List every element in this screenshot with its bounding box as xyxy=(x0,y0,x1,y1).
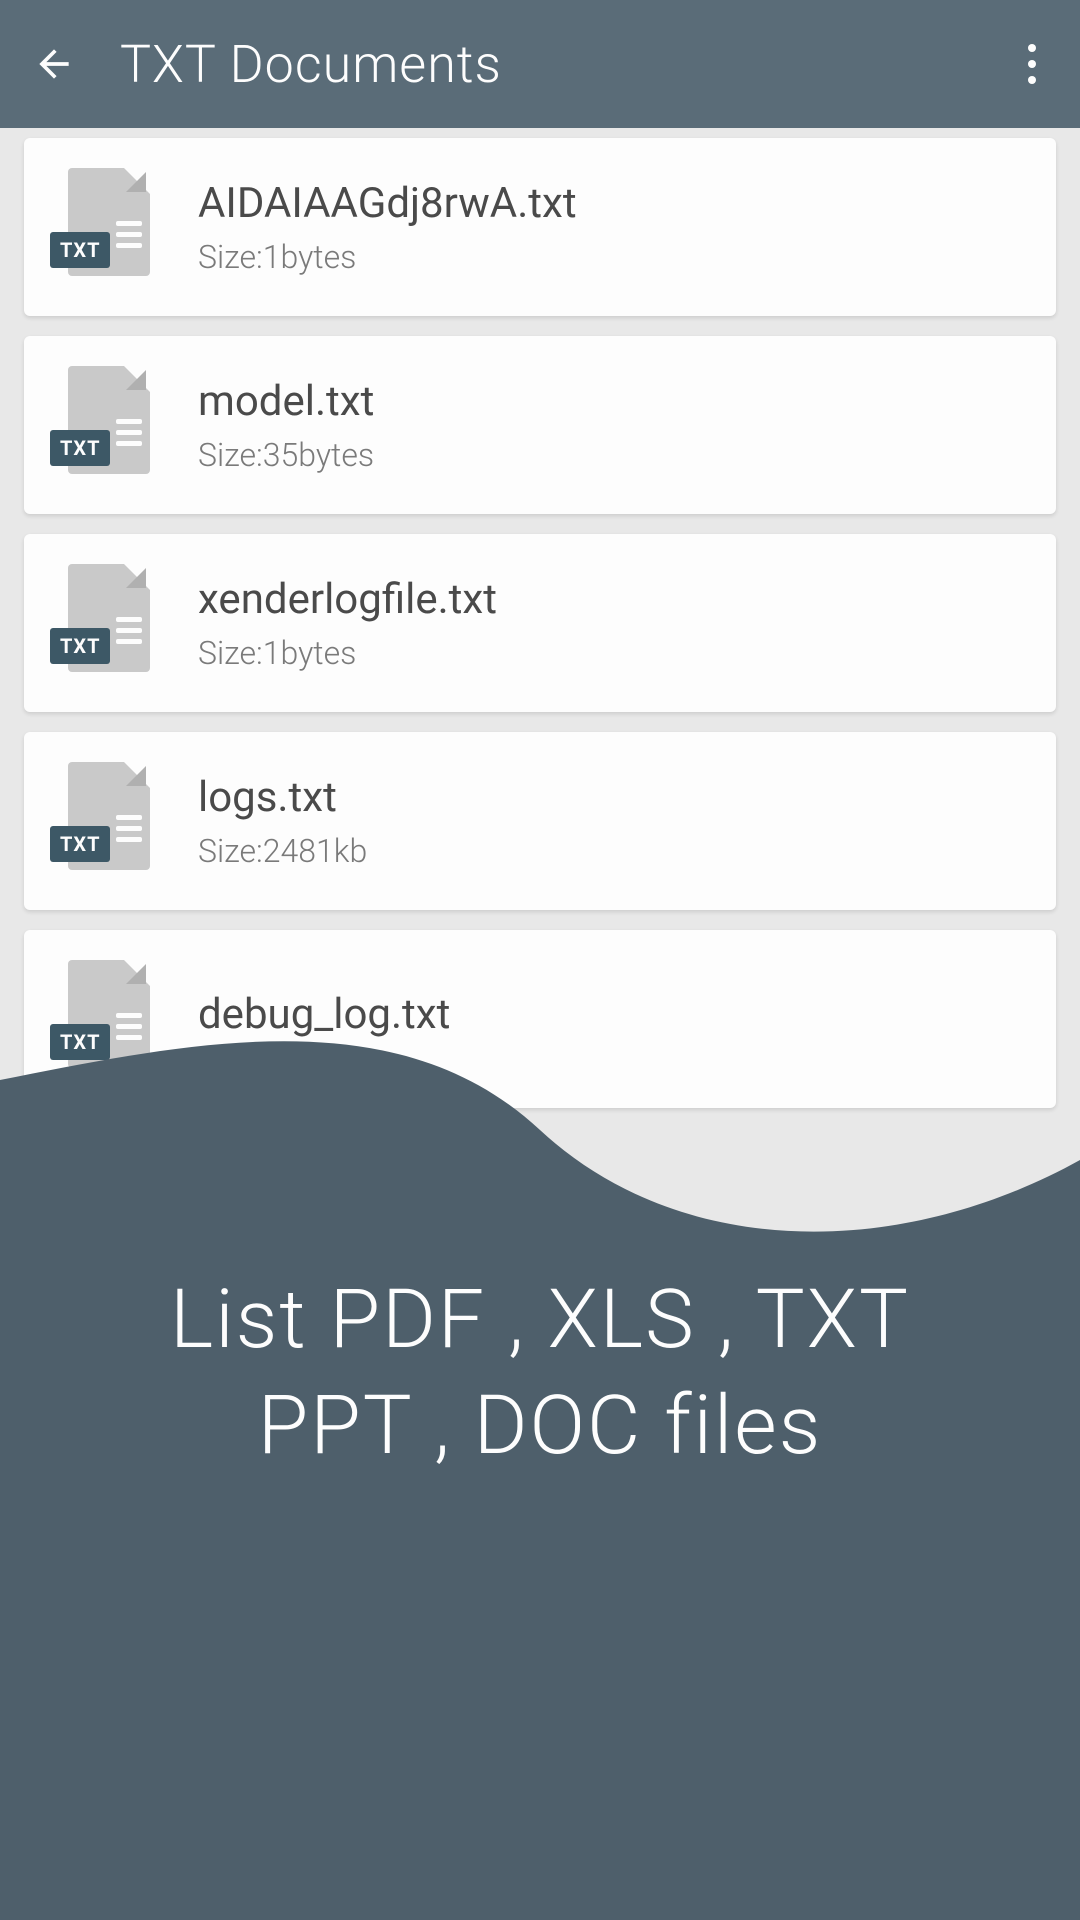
txt-file-icon: TXT xyxy=(50,762,150,880)
file-item[interactable]: TXT debug_log.txt xyxy=(24,930,1056,1108)
file-item[interactable]: TXT model.txt Size:35bytes xyxy=(24,336,1056,514)
txt-file-icon: TXT xyxy=(50,960,150,1078)
file-name: logs.txt xyxy=(198,773,367,822)
back-button[interactable] xyxy=(28,38,80,90)
dot-icon xyxy=(1028,76,1036,84)
file-item[interactable]: TXT xenderlogfile.txt Size:1bytes xyxy=(24,534,1056,712)
promo-tagline: List PDF , XLS , TXT PPT , DOC files xyxy=(0,1267,1080,1480)
txt-file-icon: TXT xyxy=(50,168,150,286)
file-size: Size:2481kb xyxy=(198,832,367,870)
file-name: xenderlogfile.txt xyxy=(198,575,497,624)
file-list: TXT AIDAIAAGdj8rwA.txt Size:1bytes TXT m… xyxy=(0,128,1080,1108)
txt-file-icon: TXT xyxy=(50,366,150,484)
dot-icon xyxy=(1028,44,1036,52)
file-size: Size:1bytes xyxy=(198,634,497,672)
file-name: model.txt xyxy=(198,377,374,426)
file-size: Size:35bytes xyxy=(198,436,374,474)
page-title: TXT Documents xyxy=(120,34,502,95)
back-arrow-icon xyxy=(32,42,76,86)
dot-icon xyxy=(1028,60,1036,68)
file-name: AIDAIAAGdj8rwA.txt xyxy=(198,179,577,228)
file-size: Size:1bytes xyxy=(198,238,577,276)
app-header: TXT Documents xyxy=(0,0,1080,128)
overflow-menu-button[interactable] xyxy=(1012,34,1052,94)
file-name: debug_log.txt xyxy=(198,990,450,1039)
file-item[interactable]: TXT logs.txt Size:2481kb xyxy=(24,732,1056,910)
file-item[interactable]: TXT AIDAIAAGdj8rwA.txt Size:1bytes xyxy=(24,138,1056,316)
promo-overlay: List PDF , XLS , TXT PPT , DOC files xyxy=(0,1000,1080,1920)
txt-file-icon: TXT xyxy=(50,564,150,682)
